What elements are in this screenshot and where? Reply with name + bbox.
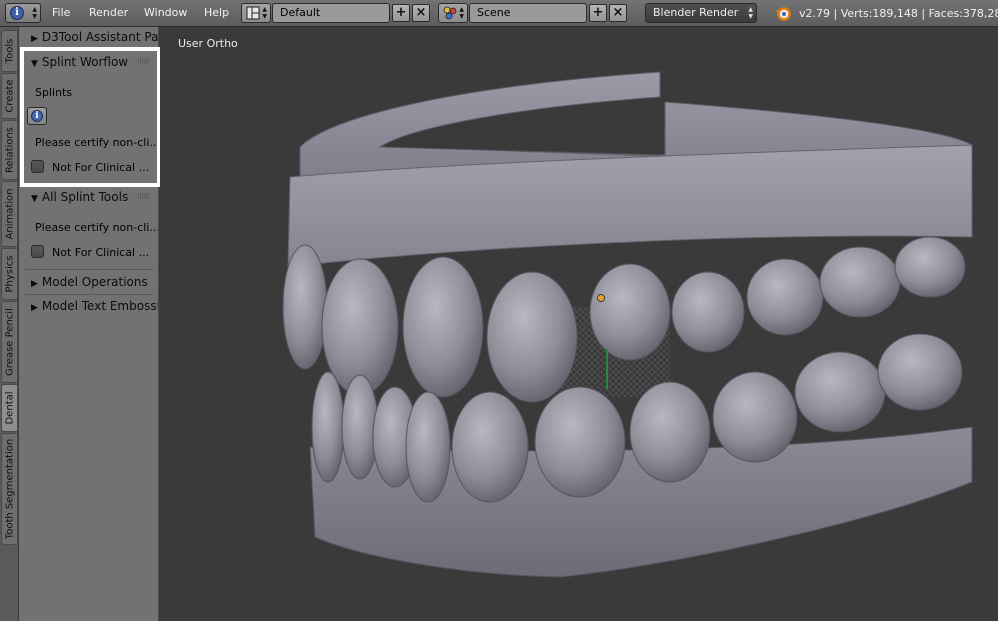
scene-icon [443,6,457,20]
menu-render[interactable]: Render [89,6,128,22]
tab-physics[interactable]: Physics [1,248,18,300]
drag-handle-icon[interactable]: ⠿⠿⠿ [137,193,150,201]
remove-layout-button[interactable]: × [412,4,430,22]
tab-relations[interactable]: Relations [1,120,18,180]
tab-grease-pencil[interactable]: Grease Pencil [1,301,18,383]
menu-help[interactable]: Help [204,6,229,22]
menu-file[interactable]: File [52,6,70,22]
info-editor-icon: i [10,6,24,20]
splint-workflow-highlight [20,47,161,187]
panel-header-all-splint-tools[interactable]: ▼ All Splint Tools [31,190,128,204]
3d-viewport[interactable]: User Ortho [160,27,998,621]
tab-tooth-segmentation[interactable]: Tooth Segmentation [1,433,18,545]
up-down-arrows-icon: ▲ ▼ [262,6,267,20]
object-origin-point [597,294,605,302]
certify-notice-text: Please certify non-cli... [35,221,159,234]
add-scene-button[interactable]: + [589,4,607,22]
screen-layout-field[interactable]: Default [272,3,390,23]
tab-dental[interactable]: Dental [1,384,18,432]
render-engine-select[interactable]: Blender Render ▲ ▼ [645,3,757,23]
remove-scene-button[interactable]: × [609,4,627,22]
expand-arrow-icon: ▶ [31,303,38,313]
tool-shelf-tabs: Tools Create Relations Animation Physics… [0,27,19,621]
expand-arrow-icon: ▶ [31,279,38,289]
divider [25,269,153,270]
tab-animation[interactable]: Animation [1,181,18,247]
dental-model [282,71,973,578]
blender-logo-icon [775,7,791,21]
up-down-arrows-icon: ▲ ▼ [32,6,37,20]
divider [25,294,153,295]
view-mode-label: User Ortho [178,37,238,50]
not-for-clinical-checkbox[interactable] [31,245,44,258]
not-for-clinical-label: Not For Clinical ... [52,246,150,259]
tab-create[interactable]: Create [1,73,18,119]
panel-header-d3tool[interactable]: ▶ D3Tool Assistant Pa [31,30,158,44]
panel-header-model-operations[interactable]: ▶ Model Operations [31,275,148,289]
render-engine-label: Blender Render [653,6,739,19]
scene-browse[interactable]: ▲ ▼ [438,3,468,23]
layout-grid-icon [246,6,260,20]
tab-tools[interactable]: Tools [1,30,18,72]
up-down-arrows-icon: ▲ ▼ [459,6,464,20]
menu-window[interactable]: Window [144,6,187,22]
scene-field[interactable]: Scene [469,3,587,23]
top-header-bar: i ▲ ▼ File Render Window Help ▲ ▼ Default … [0,0,998,27]
add-layout-button[interactable]: + [392,4,410,22]
editor-type-selector[interactable]: i ▲ ▼ [5,3,41,23]
up-down-arrows-icon: ▲ ▼ [748,6,753,20]
panel-header-model-text[interactable]: ▶ Model Text Embossi [31,299,158,313]
scene-stats: v2.79 | Verts:189,148 | Faces:378,288 [799,7,998,20]
collapse-arrow-icon: ▼ [31,194,38,204]
screen-layout-browse[interactable]: ▲ ▼ [241,3,271,23]
expand-arrow-icon: ▶ [31,34,38,44]
